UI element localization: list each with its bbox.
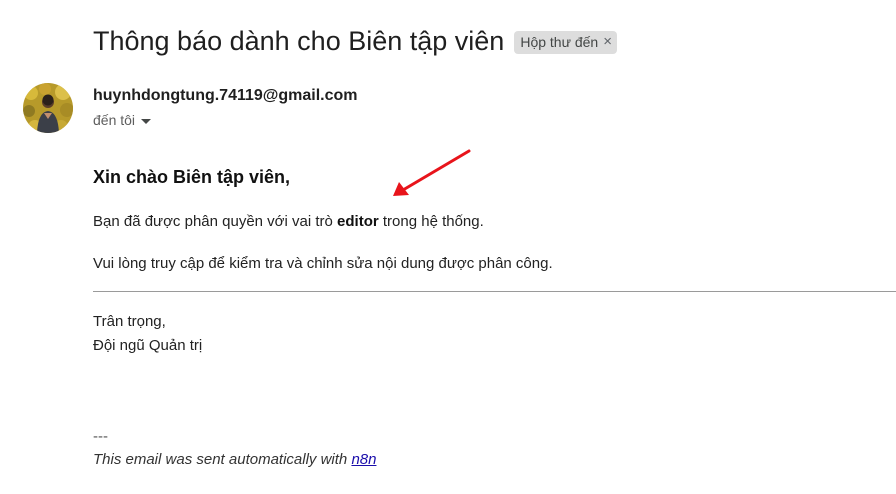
remove-label-icon[interactable]: × xyxy=(603,34,612,49)
role-line-prefix: Bạn đã được phân quyền với vai trò xyxy=(93,213,338,230)
email-view: Thông báo dành cho Biên tập viên Hộp thư… xyxy=(0,0,896,494)
subject-row: Thông báo dành cho Biên tập viên Hộp thư… xyxy=(93,24,617,58)
email-subject: Thông báo dành cho Biên tập viên xyxy=(93,26,505,56)
caret-down-icon[interactable] xyxy=(141,118,152,124)
sender-email[interactable]: huynhdongtung.74119@gmail.com xyxy=(93,85,358,107)
role-line-suffix: trong hệ thống. xyxy=(378,213,484,230)
footer-text: This email was sent automatically with xyxy=(93,451,352,468)
red-arrow-annotation-icon xyxy=(393,149,471,196)
inbox-label-chip[interactable]: Hộp thư đến × xyxy=(514,30,617,54)
body-line-instructions: Vui lòng truy cập để kiểm tra và chỉnh s… xyxy=(93,255,553,272)
signoff: Trân trọng, xyxy=(93,313,166,330)
footer-note: This email was sent automatically with n… xyxy=(93,450,376,470)
greeting: Xin chào Biên tập viên, xyxy=(93,167,291,187)
team-signature: Đội ngũ Quản trị xyxy=(93,337,203,354)
recipient-label: đến tôi xyxy=(93,112,136,128)
role-name: editor xyxy=(337,213,379,230)
label-chip-text: Hộp thư đến xyxy=(520,33,599,50)
divider xyxy=(93,291,896,292)
footer-separator: --- xyxy=(93,428,108,445)
avatar-photo xyxy=(23,83,73,133)
avatar[interactable] xyxy=(23,83,73,133)
recipient-toggle[interactable]: đến tôi xyxy=(93,110,152,130)
body-line-role: Bạn đã được phân quyền với vai trò edito… xyxy=(93,212,484,232)
n8n-link[interactable]: n8n xyxy=(351,451,376,468)
